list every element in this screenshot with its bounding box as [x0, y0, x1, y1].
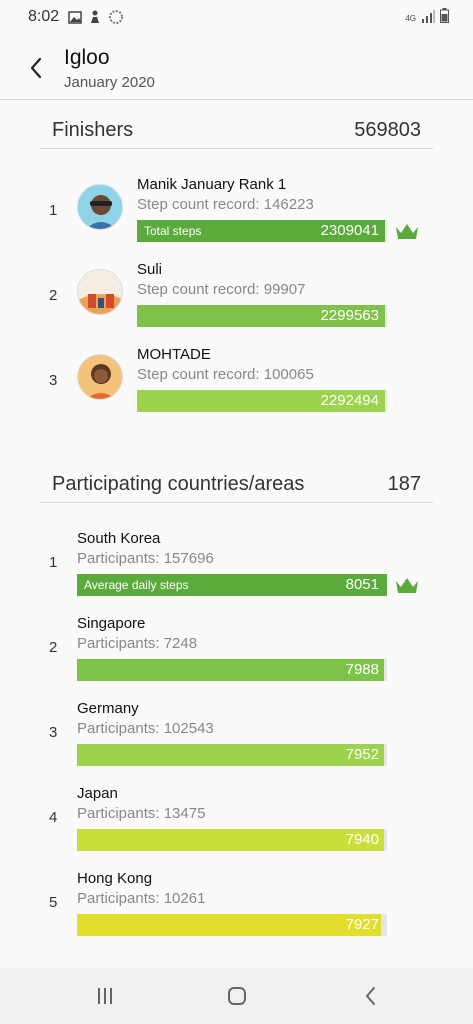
participants-count: Participants: 7248: [77, 635, 198, 652]
steps-value: 7988: [345, 661, 379, 678]
steps-bar: 7952: [77, 744, 387, 766]
finishers-count: 569803: [354, 119, 421, 141]
steps-notification-icon: [91, 10, 99, 23]
leaderboard-card: Finishers 569803 1 Manik January Rank 1 …: [0, 101, 473, 969]
rank-number: 1: [49, 202, 58, 219]
country-name: Singapore: [77, 615, 146, 632]
steps-bar-caption: Total steps: [144, 224, 202, 238]
steps-value: 7940: [345, 831, 379, 848]
status-bar: 8:02 4G: [0, 0, 473, 34]
steps-bar-fill: [77, 829, 384, 851]
step-record: Step count record: 99907: [137, 281, 306, 298]
steps-bar: 7988: [77, 659, 387, 681]
app-bar: Igloo January 2020: [0, 34, 473, 100]
finisher-row[interactable]: 3 MOHTADE Step count record: 100065 2292…: [0, 346, 473, 426]
avatar: [77, 184, 123, 230]
country-name: Germany: [77, 700, 139, 717]
home-icon: [228, 987, 246, 1005]
finisher-row[interactable]: 1 Manik January Rank 1 Step count record…: [0, 176, 473, 256]
rank-number: 2: [49, 639, 58, 656]
rank-number: 4: [49, 809, 58, 826]
steps-bar: 2292494: [137, 390, 387, 412]
steps-bar: 2299563: [137, 305, 387, 327]
steps-value: 2292494: [320, 392, 379, 409]
steps-value: 2309041: [320, 222, 379, 239]
crown-icon: [396, 578, 418, 593]
participants-count: Participants: 102543: [77, 720, 214, 737]
steps-bar-fill: [77, 744, 384, 766]
country-name: Japan: [77, 785, 118, 802]
back-icon: [366, 987, 375, 1005]
participants-count: Participants: 10261: [77, 890, 206, 907]
rank-number: 3: [49, 724, 58, 741]
rank-number: 5: [49, 894, 58, 911]
battery-icon: [440, 8, 449, 23]
countries-count: 187: [387, 473, 421, 495]
step-record: Step count record: 146223: [137, 196, 314, 213]
steps-bar: Average daily steps 8051: [77, 574, 387, 596]
page-title: Igloo: [64, 46, 110, 69]
steps-bar-fill: [77, 914, 381, 936]
page-subtitle: January 2020: [64, 74, 155, 91]
finishers-label: Finishers: [52, 119, 134, 141]
gallery-icon: [68, 10, 82, 24]
steps-bar: Total steps 2309041: [137, 220, 387, 242]
steps-value: 2299563: [320, 307, 379, 324]
avatar: [77, 269, 123, 315]
step-record: Step count record: 100065: [137, 366, 314, 383]
countries-label: Participating countries/areas: [52, 473, 305, 495]
rank-number: 1: [49, 554, 58, 571]
signal-icon: [422, 10, 435, 23]
participants-count: Participants: 157696: [77, 550, 214, 567]
steps-value: 7927: [345, 916, 379, 933]
country-row[interactable]: 4 Japan Participants: 13475 7940: [0, 785, 473, 865]
network-type-label: 4G: [405, 14, 416, 23]
home-button[interactable]: [222, 982, 252, 1010]
steps-bar-caption: Average daily steps: [84, 578, 189, 592]
steps-bar: 7940: [77, 829, 387, 851]
status-notification-icons: [68, 9, 124, 25]
country-row[interactable]: 1 South Korea Participants: 157696 Avera…: [0, 530, 473, 610]
chevron-left-icon: [30, 57, 42, 79]
country-row[interactable]: 2 Singapore Participants: 7248 7988: [0, 615, 473, 695]
steps-bar-fill: [77, 659, 384, 681]
countries-header: Participating countries/areas 187: [40, 467, 433, 503]
participants-count: Participants: 13475: [77, 805, 206, 822]
finisher-name: Suli: [137, 261, 163, 278]
recent-apps-icon: [98, 988, 112, 1004]
rank-number: 3: [49, 372, 58, 389]
status-system-icons: 4G: [405, 8, 449, 23]
country-row[interactable]: 3 Germany Participants: 102543 7952: [0, 700, 473, 780]
recent-apps-button[interactable]: [90, 982, 120, 1010]
finishers-header: Finishers 569803: [40, 113, 433, 149]
country-name: Hong Kong: [77, 870, 153, 887]
system-nav-bar: [0, 968, 473, 1024]
country-name: South Korea: [77, 530, 161, 547]
steps-value: 8051: [345, 576, 379, 593]
sync-icon: [109, 10, 123, 24]
finisher-name: Manik January Rank 1: [137, 176, 287, 193]
back-button[interactable]: [20, 52, 52, 84]
country-row[interactable]: 5 Hong Kong Participants: 10261 7927: [0, 870, 473, 950]
crown-icon: [396, 224, 418, 239]
finisher-name: MOHTADE: [137, 346, 211, 363]
finisher-row[interactable]: 2 Suli Step count record: 99907 2299563: [0, 261, 473, 341]
avatar: [77, 354, 123, 400]
status-time: 8:02: [28, 8, 60, 25]
steps-bar: 7927: [77, 914, 387, 936]
steps-value: 7952: [345, 746, 379, 763]
rank-number: 2: [49, 287, 58, 304]
nav-back-button[interactable]: [355, 982, 385, 1010]
